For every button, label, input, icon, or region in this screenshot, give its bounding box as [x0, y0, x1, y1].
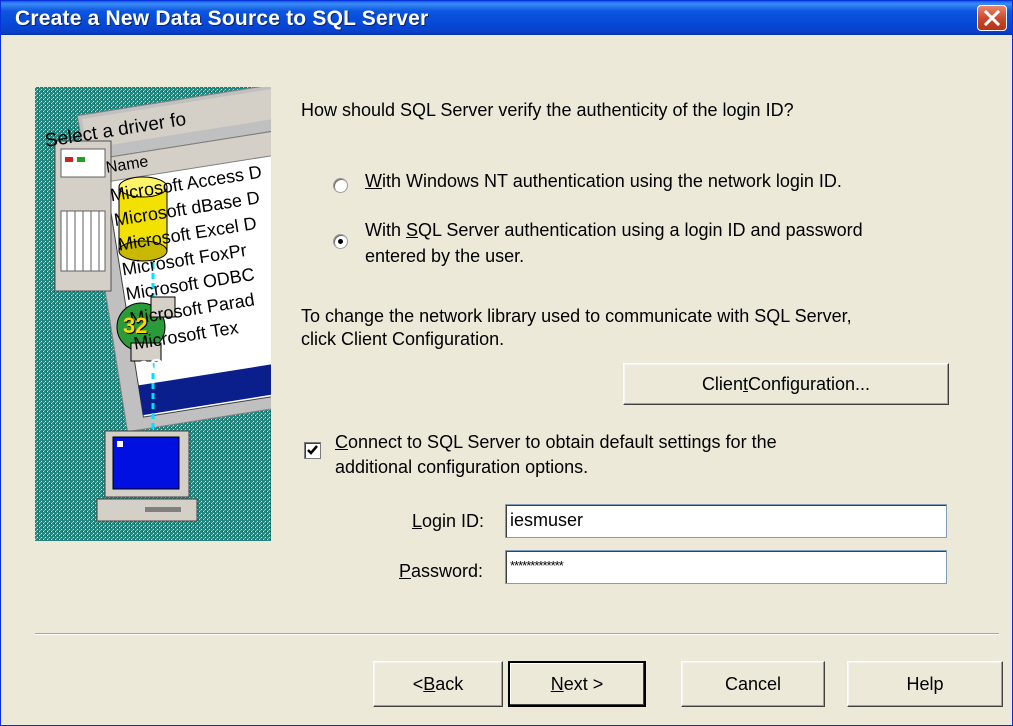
auth-question: How should SQL Server verify the authent… — [301, 100, 794, 120]
login-id-label: Login ID: — [412, 510, 484, 532]
windows-auth-radio[interactable] — [333, 178, 348, 193]
option-text: ith Windows NT authentication using the … — [382, 171, 842, 191]
connect-checkbox-label-line2[interactable]: additional configuration options. — [335, 456, 588, 478]
sql-auth-radio[interactable] — [333, 234, 348, 249]
checkbox-text: onnect to SQL Server to obtain default s… — [348, 432, 777, 452]
next-button[interactable]: Next > — [508, 661, 646, 707]
button-label: Clien — [701, 374, 743, 394]
password-label: Password: — [399, 560, 483, 582]
field-label: assword: — [411, 561, 484, 581]
illustration-driver-list: Microsoft Access D Microsoft dBase D Mic… — [108, 155, 271, 382]
checkmark-icon — [307, 445, 318, 455]
sql-auth-label[interactable]: With SQL Server authentication using a l… — [365, 219, 863, 241]
illustration-list-header: Name — [104, 153, 150, 177]
connect-checkbox[interactable] — [304, 442, 321, 459]
wizard-illustration: Select a driver fo Name Microsoft Access… — [35, 87, 271, 541]
button-label: < — [412, 674, 424, 694]
separator — [35, 633, 999, 635]
close-icon — [984, 10, 1000, 26]
help-button[interactable]: Help — [847, 661, 1003, 707]
field-label: ogin ID: — [422, 511, 485, 531]
option-text: QL Server authentication using a login I… — [418, 220, 863, 240]
accelerator-key: W — [365, 171, 382, 191]
password-input[interactable]: ************* — [505, 550, 947, 584]
network-library-text: To change the network library used to co… — [301, 306, 852, 326]
accelerator-key: L — [412, 511, 423, 531]
windows-auth-label[interactable]: With Windows NT authentication using the… — [365, 170, 842, 192]
button-label: ack — [435, 674, 464, 694]
connect-checkbox-label[interactable]: Connect to SQL Server to obtain default … — [335, 431, 777, 453]
illustration-header-text: Select a driver fo — [43, 108, 188, 152]
title-bar[interactable]: Create a New Data Source to SQL Server — [1, 1, 1012, 35]
badge-32-icon: 32 — [123, 313, 148, 338]
dialog-window: Create a New Data Source to SQL Server S… — [0, 0, 1013, 726]
accelerator-key: P — [399, 561, 412, 581]
client-configuration-button[interactable]: Client Configuration... — [623, 363, 949, 405]
button-label: Configuration... — [747, 374, 871, 394]
accelerator-key: S — [406, 220, 419, 240]
accelerator-key: C — [335, 432, 348, 452]
radio-selected-dot — [338, 239, 343, 244]
accelerator-key: B — [423, 674, 436, 694]
accelerator-key: N — [550, 674, 564, 694]
sql-auth-label-line2[interactable]: entered by the user. — [365, 245, 524, 267]
back-button[interactable]: < Back — [373, 661, 503, 707]
window-title: Create a New Data Source to SQL Server — [15, 7, 429, 30]
button-label: ext > — [563, 674, 604, 694]
option-text: With — [365, 220, 407, 240]
close-button[interactable] — [977, 5, 1007, 31]
login-id-input[interactable]: iesmuser — [505, 504, 947, 538]
cancel-button[interactable]: Cancel — [681, 661, 825, 707]
network-library-text-line2: click Client Configuration. — [301, 329, 505, 349]
